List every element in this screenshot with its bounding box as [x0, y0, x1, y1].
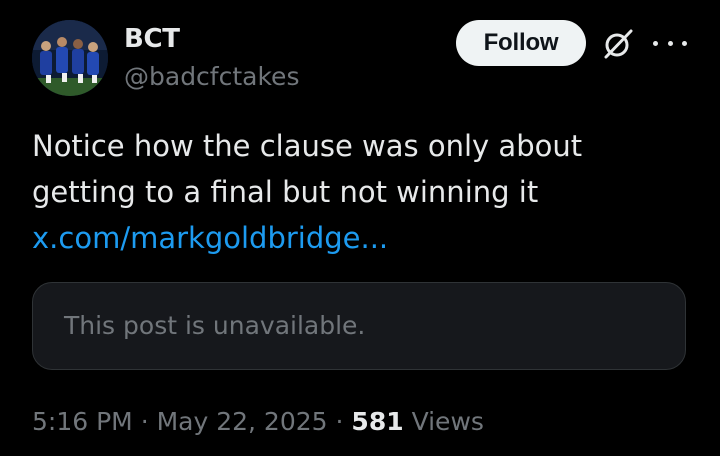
dot-icon: [667, 40, 673, 46]
separator: ·: [335, 407, 344, 436]
author-handle[interactable]: @badcfctakes: [124, 60, 299, 94]
avatar[interactable]: [32, 20, 108, 96]
tweet-text: Notice how the clause was only about get…: [32, 123, 682, 261]
tweet-link[interactable]: x.com/markgoldbridge...: [32, 221, 388, 255]
dot-icon: [682, 40, 687, 46]
separator: ·: [140, 407, 149, 436]
dot-icon: [653, 40, 658, 46]
post-time[interactable]: 5:16 PM: [32, 407, 133, 436]
quoted-post-card[interactable]: This post is unavailable.: [32, 282, 686, 370]
views-label: Views: [411, 407, 484, 436]
views-count: 581: [351, 407, 404, 436]
post-date[interactable]: May 22, 2025: [157, 407, 328, 436]
grok-icon[interactable]: [600, 26, 636, 62]
more-options-icon[interactable]: [653, 30, 687, 56]
tweet-text-line: getting to a final but not winning it: [32, 175, 539, 209]
tweet-meta: 5:16 PM · May 22, 2025 · 581 Views: [32, 405, 484, 439]
tweet-text-line: Notice how the clause was only about: [32, 129, 583, 163]
author-name[interactable]: BCT: [124, 22, 180, 56]
unavailable-message: This post is unavailable.: [64, 311, 366, 340]
team-photo-avatar: [32, 20, 108, 96]
follow-button[interactable]: Follow: [456, 20, 586, 66]
